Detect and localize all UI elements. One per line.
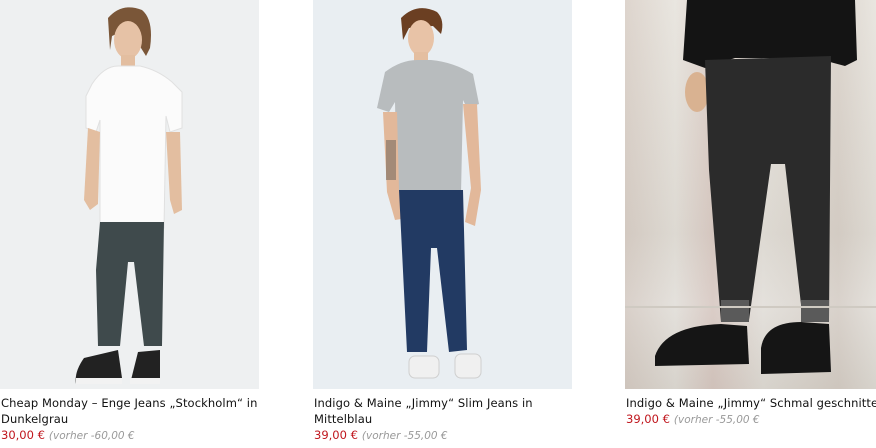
product-title[interactable]: Indigo & Maine „Jimmy“ Slim Jeans in Mit… bbox=[314, 395, 572, 427]
product-title[interactable]: Cheap Monday – Enge Jeans „Stockholm“ in… bbox=[1, 395, 259, 427]
previous-price: (vorher -55,00 € bbox=[361, 430, 448, 442]
product-card[interactable]: Cheap Monday – Enge Jeans „Stockholm“ in… bbox=[0, 0, 259, 444]
previous-price: (vorher -55,00 € bbox=[673, 414, 760, 426]
product-image[interactable] bbox=[0, 0, 259, 389]
price-line: 39,00 € (vorher -55,00 € bbox=[314, 427, 572, 444]
product-image[interactable] bbox=[313, 0, 572, 389]
product-price: 30,00 € bbox=[1, 428, 45, 442]
product-price: 39,00 € bbox=[626, 412, 670, 426]
price-line: 30,00 € (vorher -60,00 € bbox=[1, 427, 259, 444]
product-card[interactable]: Indigo & Maine „Jimmy“ Schmal geschnitte… bbox=[625, 0, 876, 428]
product-card[interactable]: Indigo & Maine „Jimmy“ Slim Jeans in Mit… bbox=[313, 0, 572, 444]
price-line: 39,00 € (vorher -55,00 € bbox=[626, 411, 876, 428]
previous-price: (vorher -60,00 € bbox=[48, 430, 135, 442]
product-price: 39,00 € bbox=[314, 428, 358, 442]
product-image[interactable] bbox=[625, 0, 876, 389]
product-title[interactable]: Indigo & Maine „Jimmy“ Schmal geschnitte… bbox=[626, 395, 876, 411]
product-grid: Cheap Monday – Enge Jeans „Stockholm“ in… bbox=[0, 0, 876, 448]
